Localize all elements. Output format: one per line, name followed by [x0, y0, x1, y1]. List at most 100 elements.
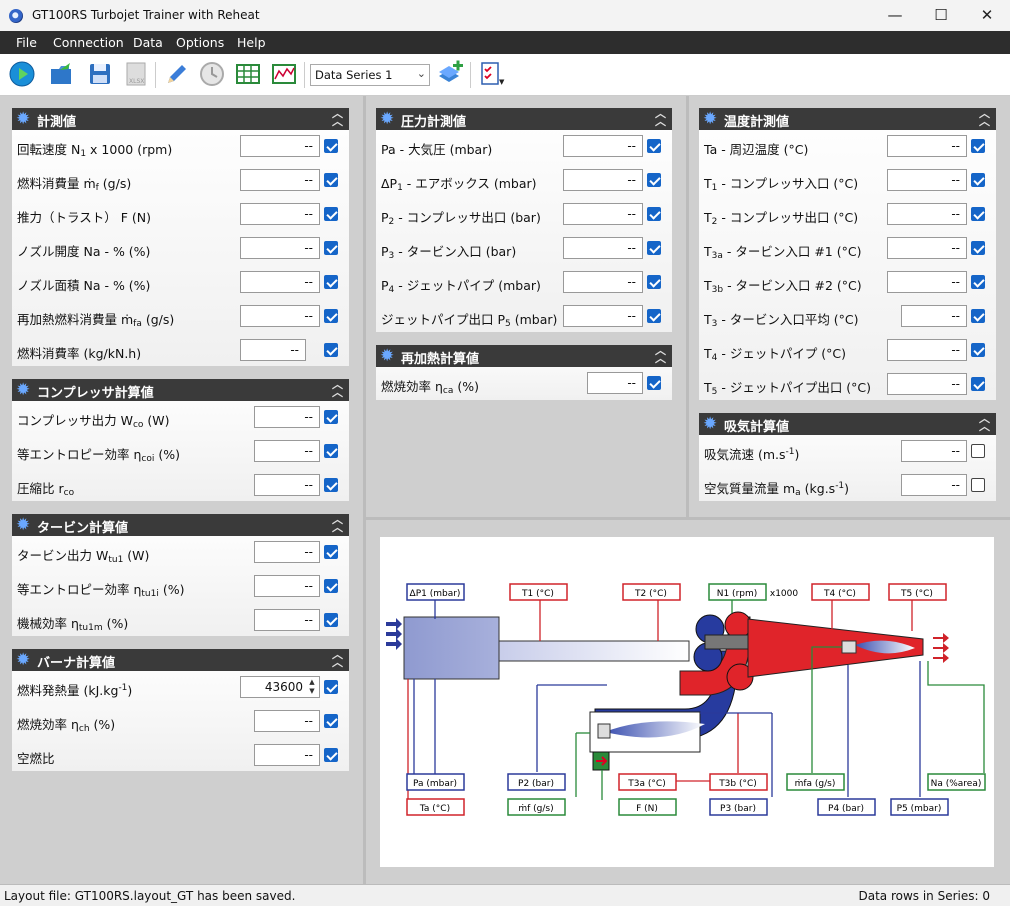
value-field[interactable]: --	[254, 406, 320, 428]
value-field[interactable]: --	[887, 203, 967, 225]
value-field[interactable]: --	[254, 541, 320, 563]
value-field[interactable]: --	[254, 575, 320, 597]
value-field[interactable]: --	[887, 373, 967, 395]
collapse-icon[interactable]: ︿ ︿	[332, 514, 343, 533]
menu-data[interactable]: Data	[133, 35, 163, 50]
chart-icon[interactable]	[270, 60, 298, 88]
log-checkbox[interactable]	[324, 410, 338, 424]
collapse-icon[interactable]: ︿ ︿	[332, 649, 343, 668]
pencil-icon[interactable]	[162, 60, 190, 88]
log-checkbox[interactable]	[324, 139, 338, 153]
value-field[interactable]: --	[587, 372, 643, 394]
value-field[interactable]: --	[887, 169, 967, 191]
open-folder-icon[interactable]	[48, 60, 76, 88]
log-checkbox[interactable]	[971, 173, 985, 187]
collapse-icon[interactable]: ︿ ︿	[332, 108, 343, 127]
value-field[interactable]: --	[254, 474, 320, 496]
collapse-icon[interactable]: ︿ ︿	[979, 413, 990, 432]
value-field[interactable]: --	[254, 710, 320, 732]
value-field[interactable]: --	[254, 609, 320, 631]
value-field[interactable]: --	[563, 169, 643, 191]
log-checkbox[interactable]	[647, 376, 661, 390]
value-field[interactable]: --	[563, 305, 643, 327]
log-checkbox[interactable]	[971, 309, 985, 323]
value-field[interactable]: --	[901, 440, 967, 462]
log-checkbox[interactable]	[324, 444, 338, 458]
clock-icon[interactable]	[198, 60, 226, 88]
value-field[interactable]: --	[887, 135, 967, 157]
log-checkbox[interactable]	[647, 309, 661, 323]
log-checkbox[interactable]	[647, 207, 661, 221]
value-field[interactable]: --	[563, 271, 643, 293]
collapse-icon[interactable]: ︿ ︿	[332, 379, 343, 398]
run-icon[interactable]	[8, 60, 36, 88]
log-checkbox[interactable]	[971, 444, 985, 458]
value-field[interactable]: --	[240, 135, 320, 157]
value-field[interactable]: --	[563, 203, 643, 225]
value-field[interactable]: --	[240, 271, 320, 293]
menu-options[interactable]: Options	[176, 35, 224, 50]
log-checkbox[interactable]	[324, 241, 338, 255]
close-button[interactable]: ✕	[964, 0, 1010, 31]
panel-header: ✹ 圧力計測値 ︿ ︿	[376, 108, 672, 130]
log-checkbox[interactable]	[971, 275, 985, 289]
value-spinner[interactable]: 43600 ▲ ▼	[240, 676, 320, 698]
log-checkbox[interactable]	[324, 275, 338, 289]
value-field[interactable]: --	[240, 203, 320, 225]
add-series-icon[interactable]	[436, 60, 464, 88]
collapse-icon[interactable]: ︿ ︿	[655, 345, 666, 364]
value-field[interactable]: --	[887, 271, 967, 293]
log-checkbox[interactable]	[971, 241, 985, 255]
minimize-button[interactable]: —	[872, 0, 918, 31]
splitter-vertical[interactable]	[363, 96, 366, 884]
checklist-icon[interactable]: ▼	[477, 60, 505, 88]
log-checkbox[interactable]	[324, 579, 338, 593]
log-checkbox[interactable]	[324, 207, 338, 221]
export-xlsx-icon[interactable]: XLSX	[122, 60, 150, 88]
log-checkbox[interactable]	[324, 478, 338, 492]
log-checkbox[interactable]	[324, 613, 338, 627]
value-field[interactable]: --	[901, 305, 967, 327]
log-checkbox[interactable]	[324, 748, 338, 762]
toolbar-separator	[304, 62, 305, 88]
value-field[interactable]: --	[254, 440, 320, 462]
log-checkbox[interactable]	[971, 343, 985, 357]
log-checkbox[interactable]	[647, 139, 661, 153]
log-checkbox[interactable]	[324, 680, 338, 694]
log-checkbox[interactable]	[971, 377, 985, 391]
value-field[interactable]: --	[563, 237, 643, 259]
log-checkbox[interactable]	[971, 207, 985, 221]
log-checkbox[interactable]	[324, 173, 338, 187]
value-field[interactable]: --	[240, 237, 320, 259]
menu-connection[interactable]: Connection	[53, 35, 124, 50]
value-field[interactable]: --	[240, 169, 320, 191]
data-series-select[interactable]: Data Series 1 ⌄	[310, 64, 430, 86]
menu-file[interactable]: File	[16, 35, 37, 50]
log-checkbox[interactable]	[647, 275, 661, 289]
log-checkbox[interactable]	[971, 139, 985, 153]
log-checkbox[interactable]	[324, 309, 338, 323]
save-icon[interactable]	[86, 60, 114, 88]
log-checkbox[interactable]	[647, 173, 661, 187]
collapse-icon[interactable]: ︿ ︿	[655, 108, 666, 127]
row-label: T3a - タービン入口 #1 (°C)	[704, 244, 862, 261]
maximize-button[interactable]: ☐	[918, 0, 964, 31]
collapse-icon[interactable]: ︿ ︿	[979, 108, 990, 127]
splitter-horizontal[interactable]	[366, 517, 1010, 520]
value-field[interactable]: --	[887, 339, 967, 361]
table-icon[interactable]	[234, 60, 262, 88]
value-field[interactable]: --	[240, 305, 320, 327]
value-field[interactable]: --	[901, 474, 967, 496]
log-checkbox[interactable]	[647, 241, 661, 255]
value-field[interactable]: --	[254, 744, 320, 766]
menu-help[interactable]: Help	[237, 35, 266, 50]
spinner-arrows-icon[interactable]: ▲ ▼	[306, 678, 318, 696]
log-checkbox[interactable]	[971, 478, 985, 492]
splitter-vertical[interactable]	[686, 96, 689, 518]
log-checkbox[interactable]	[324, 714, 338, 728]
value-field[interactable]: --	[240, 339, 306, 361]
log-checkbox[interactable]	[324, 545, 338, 559]
log-checkbox[interactable]	[324, 343, 338, 357]
value-field[interactable]: --	[887, 237, 967, 259]
value-field[interactable]: --	[563, 135, 643, 157]
